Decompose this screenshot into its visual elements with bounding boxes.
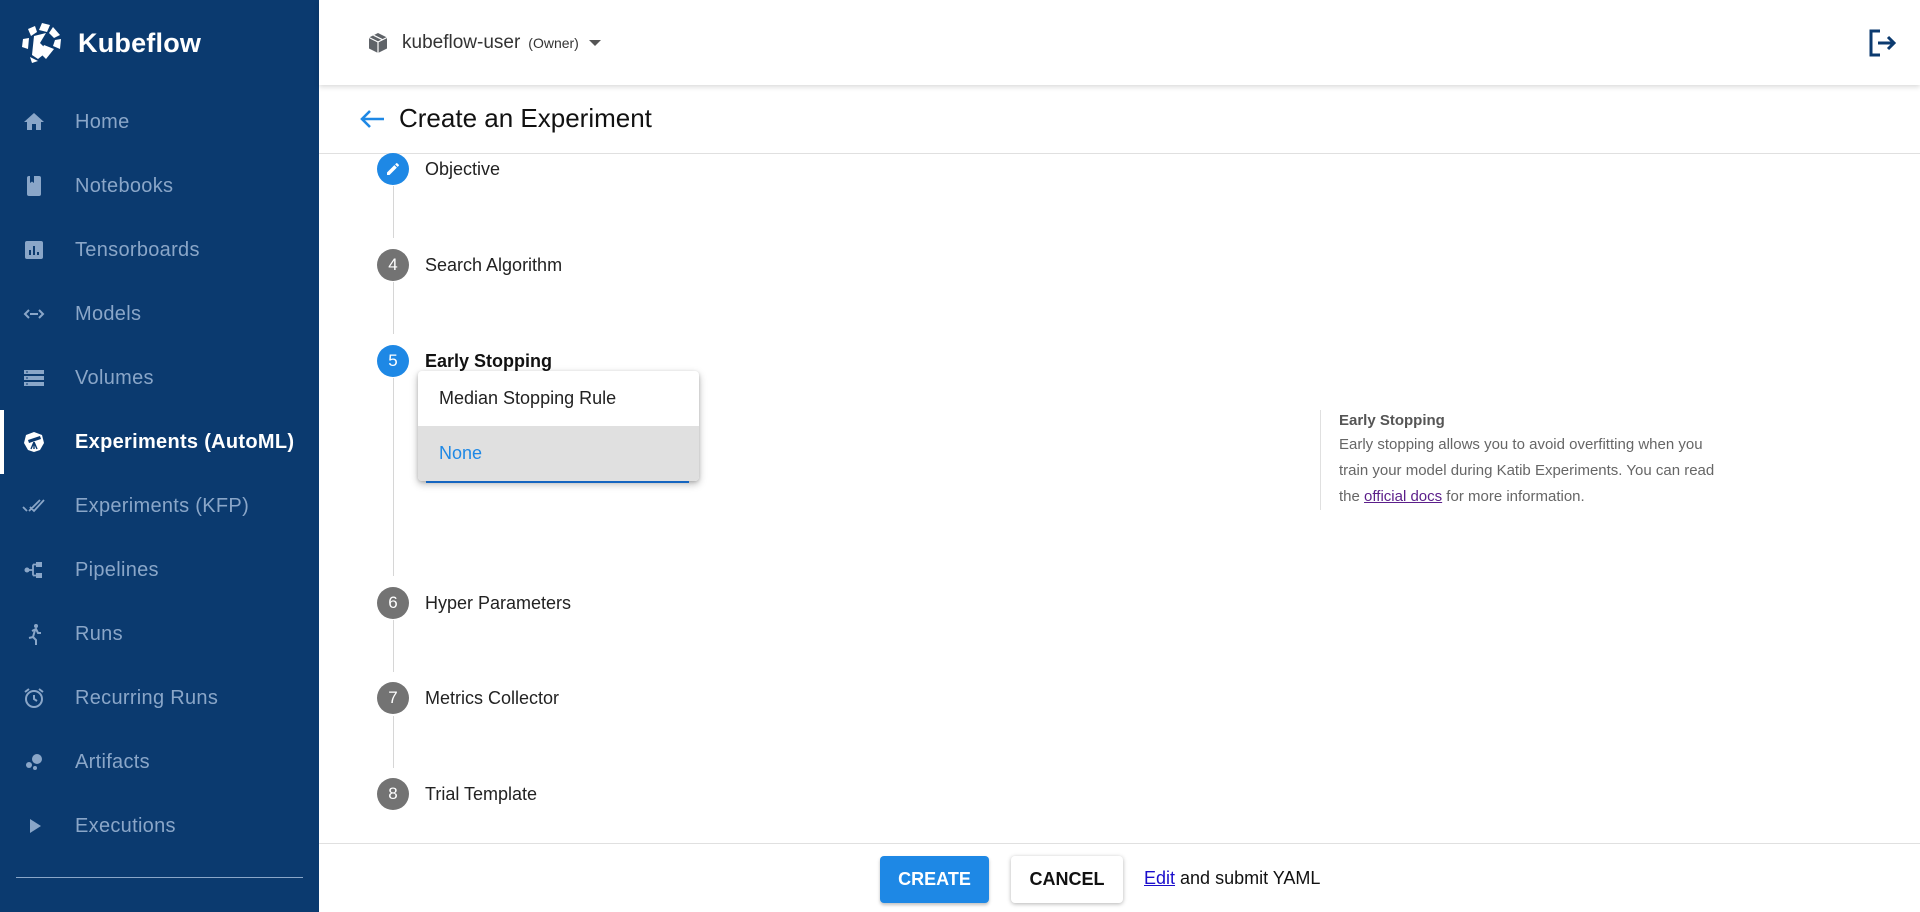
- sidebar-item-home[interactable]: Home: [0, 90, 319, 154]
- yaml-hint-text: and submit YAML: [1175, 868, 1321, 888]
- chart-icon: [22, 238, 46, 262]
- logout-icon[interactable]: [1868, 29, 1898, 57]
- step-objective[interactable]: Objective: [377, 153, 500, 185]
- sidebar-item-label: Tensorboards: [75, 238, 200, 261]
- step-marker: [377, 153, 409, 185]
- katib-telescope-icon: [22, 430, 46, 454]
- help-text: for more information.: [1442, 488, 1585, 505]
- step-marker: 6: [377, 587, 409, 619]
- app-root: Kubeflow Home Notebooks Tensorboards Mod…: [0, 0, 1920, 912]
- back-arrow-icon[interactable]: [358, 107, 386, 131]
- create-button[interactable]: CREATE: [880, 856, 989, 903]
- sidebar-item-recurring-runs[interactable]: Recurring Runs: [0, 666, 319, 730]
- done-all-icon: [22, 494, 46, 518]
- sidebar-item-label: Executions: [75, 814, 176, 837]
- step-label: Metrics Collector: [425, 687, 560, 708]
- step-hyper-parameters[interactable]: 6 Hyper Parameters: [377, 587, 571, 619]
- sidebar-divider: [16, 877, 303, 878]
- page-title: Create an Experiment: [399, 103, 652, 133]
- brand[interactable]: Kubeflow: [20, 18, 201, 68]
- kubeflow-logo-icon: [22, 23, 61, 63]
- sidebar-item-runs[interactable]: Runs: [0, 602, 319, 666]
- step-label: Objective: [425, 158, 501, 179]
- step-label: Trial Template: [425, 783, 538, 804]
- step-search-algorithm[interactable]: 4 Search Algorithm: [377, 249, 562, 281]
- yaml-hint: Edit and submit YAML: [1144, 868, 1320, 889]
- step-label: Early Stopping: [425, 350, 553, 371]
- edit-pencil-icon: [387, 162, 399, 175]
- play-icon: [22, 814, 46, 838]
- caret-down-icon: [588, 40, 601, 46]
- cancel-button[interactable]: CANCEL: [1011, 856, 1123, 903]
- help-body: Early stopping allows you to avoid overf…: [1339, 432, 1720, 510]
- runner-icon: [22, 622, 46, 646]
- step-marker: 5: [377, 345, 409, 377]
- page-header: Create an Experiment: [319, 85, 1920, 154]
- namespace-name: kubeflow-user: [402, 32, 521, 53]
- sidebar-item-label: Models: [75, 302, 142, 325]
- help-title: Early Stopping: [1339, 412, 1445, 429]
- step-marker: 8: [377, 778, 409, 810]
- step-label: Hyper Parameters: [425, 592, 572, 613]
- edit-yaml-link[interactable]: Edit: [1144, 868, 1175, 888]
- sidebar-item-experiments-automl[interactable]: Experiments (AutoML): [0, 410, 319, 474]
- sidebar-item-label: Pipelines: [75, 558, 159, 581]
- sidebar-item-label: Home: [75, 110, 130, 133]
- select-option-median-stopping-rule[interactable]: Median Stopping Rule: [418, 371, 699, 426]
- select-option-none[interactable]: None: [418, 426, 699, 481]
- sidebar-item-experiments-kfp[interactable]: Experiments (KFP): [0, 474, 319, 538]
- brand-name: Kubeflow: [78, 27, 202, 58]
- sidebar-item-label: Runs: [75, 622, 123, 645]
- step-metrics-collector[interactable]: 7 Metrics Collector: [377, 682, 559, 714]
- sidebar-item-notebooks[interactable]: Notebooks: [0, 154, 319, 218]
- sidebar-nav: Home Notebooks Tensorboards Models Volum…: [0, 90, 319, 858]
- sidebar-item-executions[interactable]: Executions: [0, 794, 319, 858]
- algorithm-select-panel: Median Stopping Rule None: [418, 371, 699, 481]
- step-marker: 4: [377, 249, 409, 281]
- form-footer: CREATE CANCEL Edit and submit YAML: [319, 843, 1920, 912]
- help-panel: Early Stopping Early stopping allows you…: [1320, 410, 1720, 510]
- sidebar: Kubeflow Home Notebooks Tensorboards Mod…: [0, 0, 319, 912]
- namespace-role: (Owner): [528, 35, 579, 51]
- step-trial-template[interactable]: 8 Trial Template: [377, 778, 537, 810]
- alarm-icon: [22, 686, 46, 710]
- sidebar-item-pipelines[interactable]: Pipelines: [0, 538, 319, 602]
- step-marker: 7: [377, 682, 409, 714]
- select-underline: [426, 481, 689, 483]
- top-bar: kubeflow-user (Owner): [319, 0, 1920, 85]
- step-connector: [393, 378, 394, 576]
- storage-icon: [22, 366, 46, 390]
- sidebar-item-label: Experiments (KFP): [75, 494, 250, 517]
- sidebar-item-label: Experiments (AutoML): [75, 430, 295, 453]
- package-box-icon: [368, 33, 388, 53]
- home-icon: [22, 110, 46, 134]
- official-docs-link[interactable]: official docs: [1364, 488, 1442, 505]
- sidebar-item-models[interactable]: Models: [0, 282, 319, 346]
- step-connector: [393, 716, 394, 768]
- pipeline-icon: [22, 558, 46, 582]
- notebook-icon: [22, 174, 46, 198]
- sidebar-item-volumes[interactable]: Volumes: [0, 346, 319, 410]
- sidebar-item-label: Artifacts: [75, 750, 150, 773]
- step-connector: [393, 282, 394, 334]
- bubbles-icon: [22, 750, 46, 774]
- sidebar-item-label: Volumes: [75, 366, 154, 389]
- sidebar-item-label: Notebooks: [75, 174, 174, 197]
- sidebar-item-artifacts[interactable]: Artifacts: [0, 730, 319, 794]
- sidebar-item-tensorboards[interactable]: Tensorboards: [0, 218, 319, 282]
- sidebar-item-label: Recurring Runs: [75, 686, 219, 709]
- step-connector: [393, 186, 394, 238]
- step-connector: [393, 620, 394, 672]
- step-label: Search Algorithm: [425, 254, 563, 275]
- code-arrows-icon: [22, 302, 46, 326]
- namespace-selector[interactable]: kubeflow-user (Owner): [366, 27, 601, 59]
